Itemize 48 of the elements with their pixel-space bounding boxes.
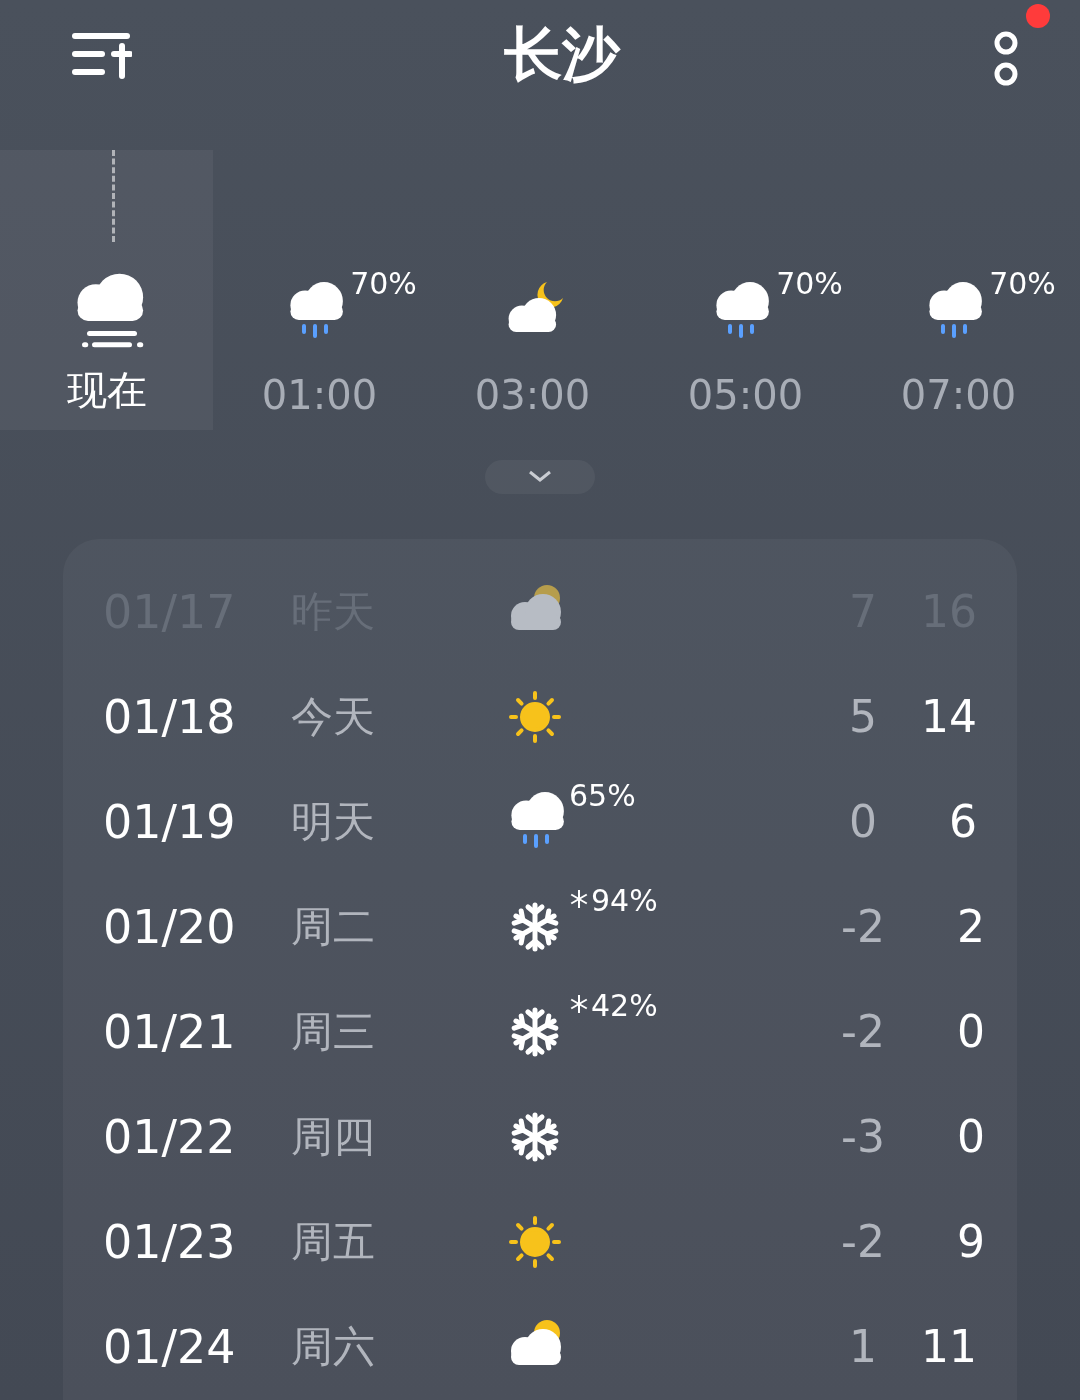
- hour-time: 03:00: [474, 372, 591, 418]
- precip-chance: 70%: [350, 266, 417, 301]
- forecast-date: 01/23: [103, 1214, 237, 1269]
- low-temp: -2: [841, 901, 885, 952]
- high-temp: 2: [955, 901, 985, 952]
- snowflake-icon: [569, 888, 589, 909]
- precip-chance: 70%: [776, 266, 843, 301]
- precip-chance: 65%: [569, 777, 636, 813]
- precip-chance: 42%: [591, 987, 658, 1023]
- forecast-date: 01/22: [103, 1109, 237, 1164]
- high-temp: 14: [920, 691, 977, 742]
- high-temp: 0: [955, 1006, 985, 1057]
- snowflake-icon: [569, 993, 589, 1014]
- forecast-day: 周三: [291, 1003, 511, 1060]
- low-temp: 1: [848, 1321, 877, 1372]
- forecast-day: 明天: [291, 793, 511, 850]
- high-temp: 6: [948, 796, 977, 847]
- forecast-day: 周五: [291, 1213, 511, 1270]
- forecast-date: 01/20: [103, 899, 237, 954]
- high-temp: 11: [920, 1321, 977, 1372]
- forecast-day: 今天: [291, 688, 511, 745]
- hour-column[interactable]: 70% 05:00: [639, 150, 852, 430]
- forecast-day: 周二: [291, 898, 511, 955]
- forecast-date: 01/18: [103, 689, 237, 744]
- high-temp: 9: [955, 1216, 985, 1267]
- hour-time: 05:00: [687, 372, 804, 418]
- selected-hour-column[interactable]: 现在: [0, 150, 213, 430]
- forecast-day: 周六: [291, 1318, 511, 1375]
- hour-time: 现在: [66, 366, 147, 415]
- precip-chance: 70%: [989, 266, 1056, 301]
- forecast-date: 01/24: [103, 1319, 237, 1374]
- forecast-day: 周四: [291, 1108, 511, 1165]
- hour-time: 07:00: [900, 372, 1017, 418]
- hour-column[interactable]: 03:00: [426, 150, 639, 430]
- forecast-date: 01/19: [103, 794, 237, 849]
- high-temp: 0: [955, 1111, 985, 1162]
- precip-chance: 94%: [591, 882, 658, 918]
- low-temp: -2: [841, 1006, 885, 1057]
- hour-time: 01:00: [261, 372, 378, 418]
- expand-button[interactable]: [485, 460, 595, 494]
- hour-column[interactable]: 70% 07:00: [852, 150, 1065, 430]
- low-temp: 0: [848, 796, 877, 847]
- city-title: 长沙: [504, 19, 620, 90]
- low-temp: -3: [841, 1111, 885, 1162]
- low-temp: 5: [848, 691, 877, 742]
- hour-column[interactable]: 70% 01:00: [213, 150, 426, 430]
- low-temp: -2: [841, 1216, 885, 1267]
- forecast-date: 01/21: [103, 1004, 237, 1059]
